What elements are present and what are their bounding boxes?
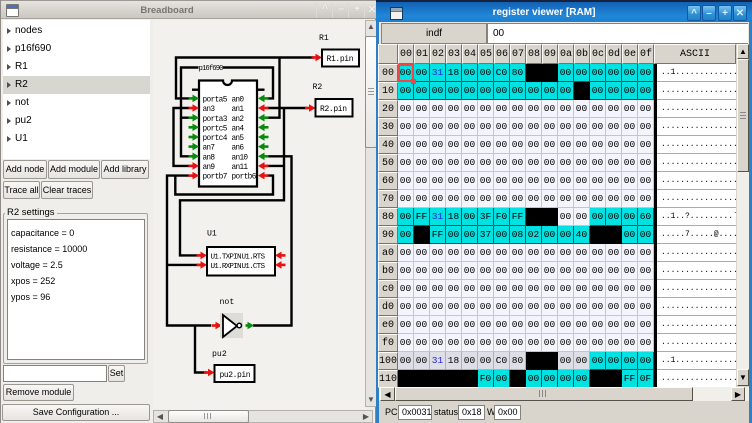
svg-text:p16f690: p16f690 xyxy=(199,65,224,73)
svg-text:R2.pin: R2.pin xyxy=(320,105,347,114)
svg-text:U1.RXPIN: U1.RXPIN xyxy=(211,263,242,271)
svg-text:pu2.pin: pu2.pin xyxy=(220,371,251,380)
svg-text:U1.TXPIN: U1.TXPIN xyxy=(211,254,242,262)
svg-text:an6: an6 xyxy=(232,145,245,153)
svg-text:portc5: portc5 xyxy=(203,125,228,133)
svg-text:porta5: porta5 xyxy=(203,97,228,105)
svg-text:an8: an8 xyxy=(203,154,216,162)
svg-text:an2: an2 xyxy=(232,116,245,124)
svg-text:portb6: portb6 xyxy=(232,174,257,182)
svg-text:U1.RTS: U1.RTS xyxy=(242,254,266,262)
svg-text:an5: an5 xyxy=(232,135,245,143)
svg-text:an1: an1 xyxy=(232,106,245,114)
svg-text:an9: an9 xyxy=(203,164,216,172)
svg-text:not: not xyxy=(220,298,235,307)
svg-text:U1.CTS: U1.CTS xyxy=(242,263,266,271)
svg-text:an4: an4 xyxy=(232,125,245,133)
svg-text:portc4: portc4 xyxy=(203,135,228,143)
svg-text:porta3: porta3 xyxy=(203,116,228,124)
svg-text:an0: an0 xyxy=(232,97,245,105)
svg-text:an3: an3 xyxy=(203,106,216,114)
svg-text:portb7: portb7 xyxy=(203,174,228,182)
svg-text:R1: R1 xyxy=(319,34,329,43)
svg-text:an11: an11 xyxy=(232,164,249,172)
svg-text:pu2: pu2 xyxy=(212,350,227,359)
svg-text:U1: U1 xyxy=(207,230,217,239)
svg-text:an10: an10 xyxy=(232,154,249,162)
svg-text:R2: R2 xyxy=(313,83,323,92)
svg-text:R1.pin: R1.pin xyxy=(327,55,354,64)
svg-text:an7: an7 xyxy=(203,145,216,153)
